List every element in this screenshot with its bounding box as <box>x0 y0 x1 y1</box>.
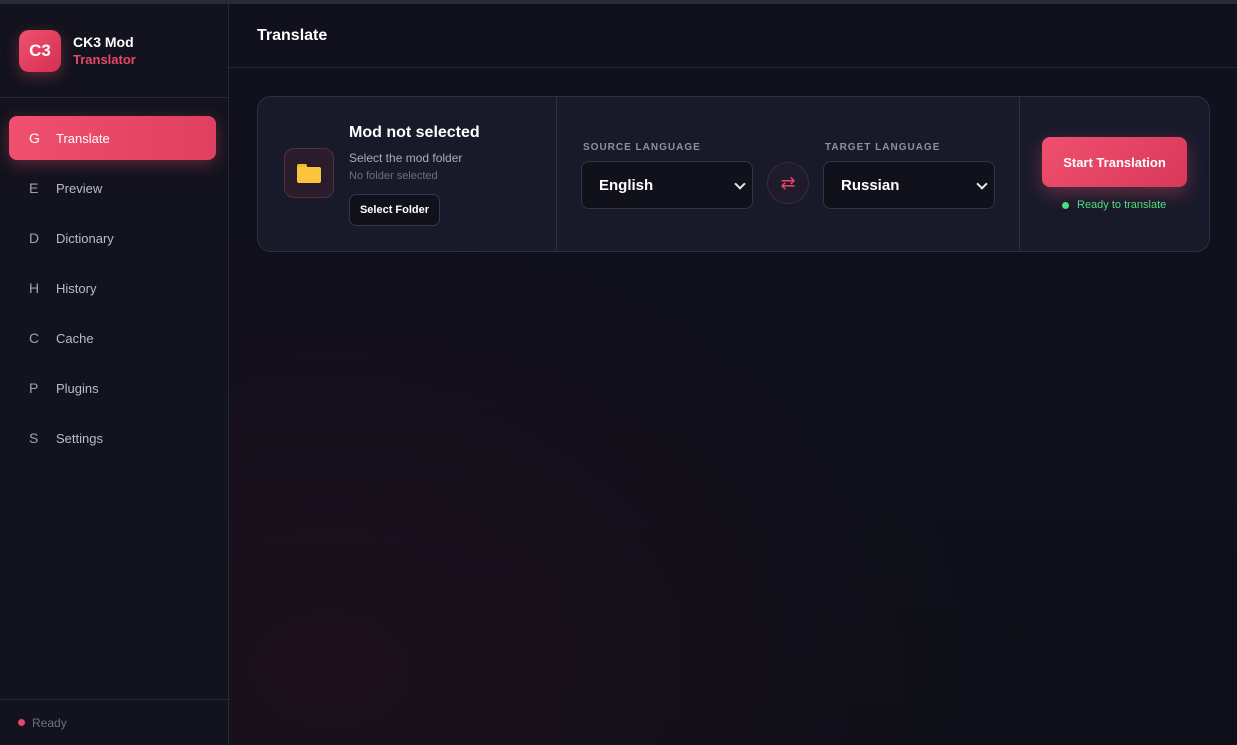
mod-title: Mod not selected <box>349 124 480 141</box>
folder-icon-box <box>284 148 334 198</box>
sidebar-item-cache[interactable]: C Cache <box>9 316 216 360</box>
page-title: Translate <box>257 26 328 44</box>
main-content: Translate Mod not selected Select the mo… <box>229 4 1237 745</box>
status-dot-icon <box>18 719 25 726</box>
sidebar: C3 CK3 Mod Translator G Translate E Prev… <box>0 4 229 745</box>
target-language-label: TARGET LANGUAGE <box>825 142 941 153</box>
source-language-label: SOURCE LANGUAGE <box>583 142 701 153</box>
sidebar-footer: Ready <box>0 699 228 745</box>
language-section: SOURCE LANGUAGE English ⇄ TARGET LANGUAG… <box>557 97 1020 251</box>
sidebar-item-label: Translate <box>56 130 110 146</box>
cache-icon: C <box>29 330 40 346</box>
start-translation-button[interactable]: Start Translation <box>1042 137 1187 187</box>
chevron-down-icon <box>734 178 746 190</box>
swap-arrows-icon: ⇄ <box>780 172 796 193</box>
target-language-value: Russian <box>841 176 900 194</box>
status-dot-icon <box>1062 201 1069 209</box>
sidebar-item-history[interactable]: H History <box>9 266 216 310</box>
translation-status: Ready to translate <box>1062 199 1166 211</box>
app-name: CK3 Mod <box>73 34 134 50</box>
folder-icon <box>297 163 321 183</box>
chevron-down-icon <box>976 178 988 190</box>
select-folder-button[interactable]: Select Folder <box>349 194 440 226</box>
mod-section: Mod not selected Select the mod folder N… <box>258 97 557 251</box>
sidebar-item-label: Preview <box>56 180 103 196</box>
app-status-text: Ready <box>32 715 67 730</box>
sidebar-item-label: Plugins <box>56 380 99 396</box>
page-header: Translate <box>229 4 1237 68</box>
sidebar-item-preview[interactable]: E Preview <box>9 166 216 210</box>
sidebar-item-translate[interactable]: G Translate <box>9 116 216 160</box>
sidebar-item-label: Dictionary <box>56 230 114 246</box>
mod-path: No folder selected <box>349 170 438 182</box>
source-language-value: English <box>599 176 654 194</box>
translation-panel: Mod not selected Select the mod folder N… <box>257 96 1210 252</box>
history-icon: H <box>29 280 40 296</box>
plugins-icon: P <box>29 380 39 396</box>
app-logo: C3 <box>19 29 61 72</box>
source-language-select[interactable]: English <box>581 161 753 209</box>
sidebar-item-label: Settings <box>56 430 103 446</box>
app-subtitle: Translator <box>73 52 136 67</box>
sidebar-item-label: Cache <box>56 330 94 346</box>
mod-subtitle: Select the mod folder <box>349 151 463 165</box>
action-section: Start Translation Ready to translate <box>1020 97 1209 251</box>
settings-icon: S <box>29 430 39 446</box>
preview-icon: E <box>29 180 39 196</box>
app-window: C3 CK3 Mod Translator G Translate E Prev… <box>0 4 1237 745</box>
target-language-select[interactable]: Russian <box>823 161 995 209</box>
dictionary-icon: D <box>29 230 40 246</box>
brand-text: CK3 Mod Translator <box>73 33 136 68</box>
sidebar-item-plugins[interactable]: P Plugins <box>9 366 216 410</box>
translation-status-text: Ready to translate <box>1077 199 1167 211</box>
swap-languages-button[interactable]: ⇄ <box>767 162 809 204</box>
brand: C3 CK3 Mod Translator <box>0 4 228 98</box>
sidebar-item-settings[interactable]: S Settings <box>9 416 216 460</box>
translate-icon: G <box>29 130 40 146</box>
sidebar-item-dictionary[interactable]: D Dictionary <box>9 216 216 260</box>
sidebar-item-label: History <box>56 280 97 296</box>
sidebar-nav: G Translate E Preview D Dictionary H His… <box>0 98 228 460</box>
